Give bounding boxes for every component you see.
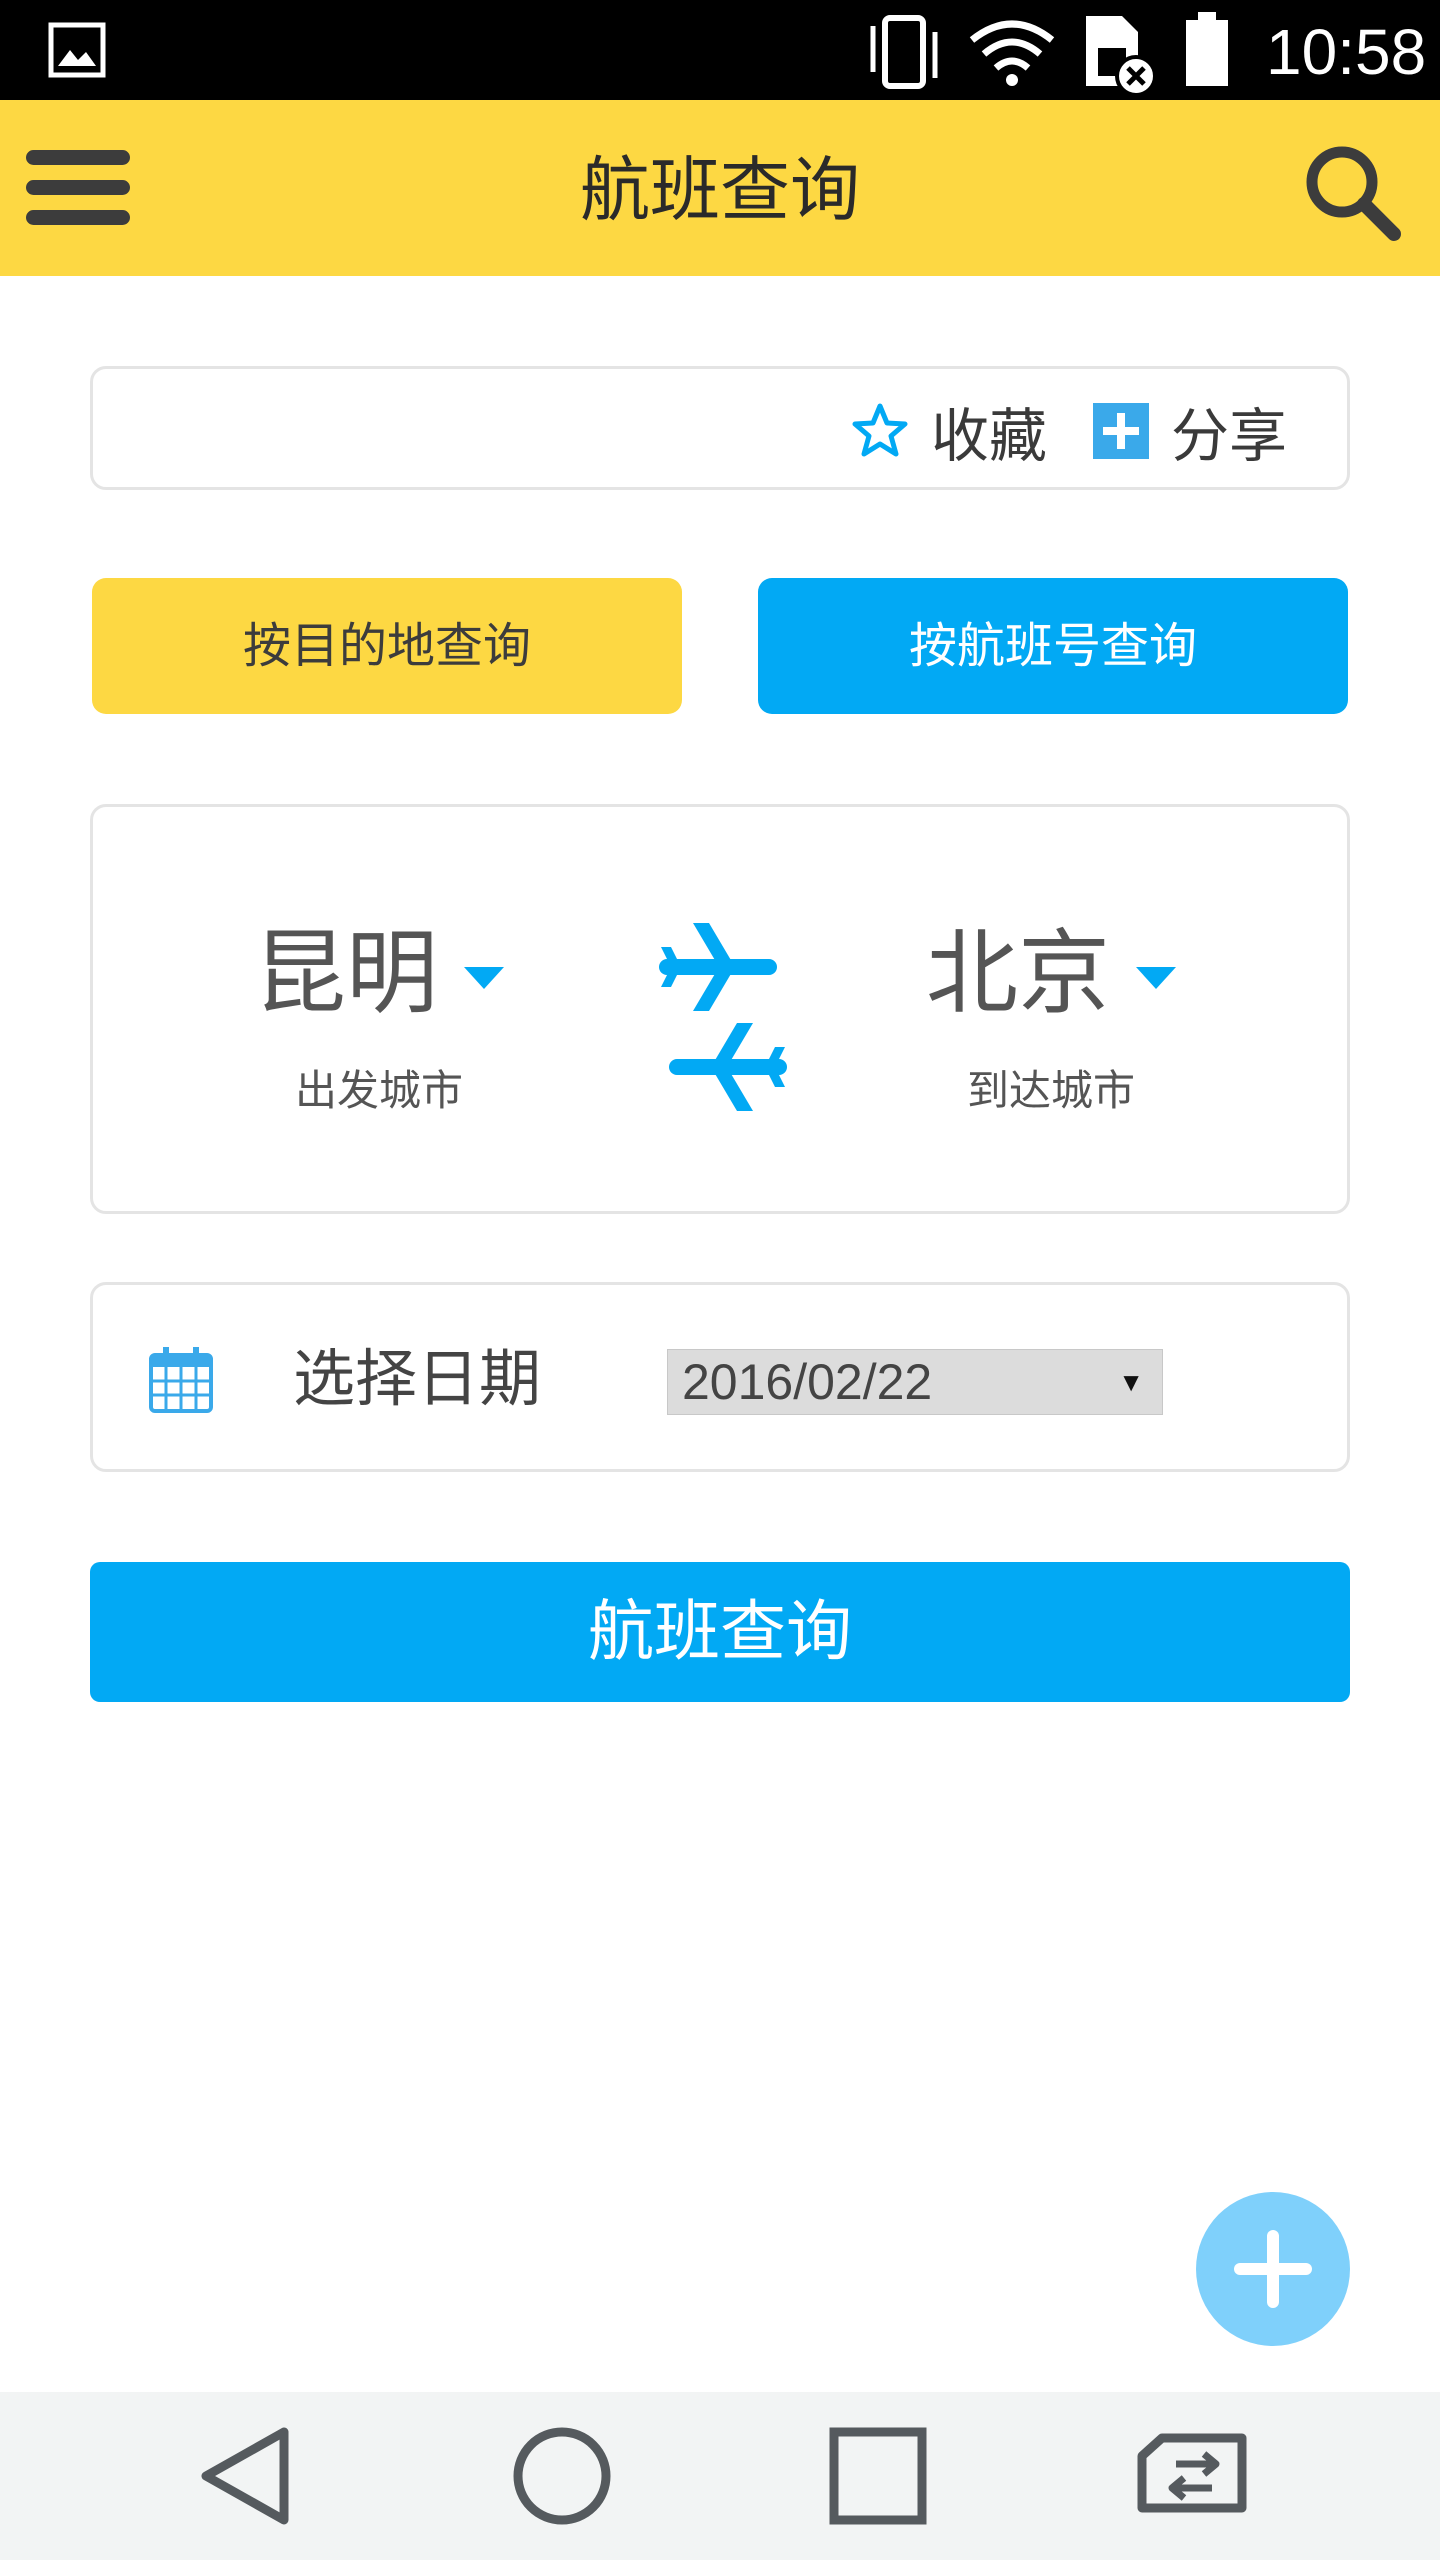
tab-by-destination[interactable]: 按目的地查询 — [92, 578, 682, 714]
search-flights-button[interactable]: 航班查询 — [90, 1562, 1350, 1702]
calendar-icon — [149, 1347, 213, 1413]
date-card: 选择日期 2016/02/22 ▼ — [90, 1282, 1350, 1472]
share-label: 分享 — [1171, 402, 1288, 470]
battery-icon — [1186, 12, 1228, 86]
switch-sim-icon[interactable] — [1132, 2416, 1252, 2536]
share-button[interactable]: 分享 — [1093, 393, 1287, 470]
star-icon — [852, 403, 908, 457]
sim-error-icon — [1086, 16, 1157, 96]
dropdown-arrow-icon: ▼ — [1118, 1367, 1144, 1397]
page-title: 航班查询 — [580, 149, 860, 231]
status-bar: 10:58 — [0, 0, 1440, 100]
recent-apps-icon[interactable] — [818, 2416, 938, 2536]
plus-icon[interactable] — [1196, 2192, 1350, 2346]
vibrate-icon — [870, 15, 938, 89]
arrival-label: 到达城市 — [966, 1066, 1135, 1115]
route-card: 昆明 出发城市 北京 到达城市 — [90, 804, 1350, 1214]
arrival-city-selector[interactable]: 北京 到达城市 — [911, 919, 1191, 1118]
date-value: 2016/02/22 — [682, 1354, 933, 1410]
departure-city-selector[interactable]: 昆明 出发城市 — [239, 919, 519, 1118]
date-select[interactable]: 2016/02/22 ▼ — [667, 1349, 1163, 1415]
search-icon[interactable] — [1298, 138, 1404, 244]
gallery-icon — [48, 22, 106, 78]
navigation-bar — [0, 2392, 1440, 2560]
wifi-icon — [969, 20, 1055, 86]
home-icon[interactable] — [502, 2416, 622, 2536]
date-label: 选择日期 — [293, 1342, 542, 1415]
departure-label: 出发城市 — [294, 1066, 463, 1115]
swap-flights-icon[interactable] — [653, 917, 793, 1117]
favorite-label: 收藏 — [931, 402, 1048, 470]
favorite-button[interactable]: 收藏 — [851, 393, 1047, 470]
share-plus-icon — [1093, 403, 1149, 459]
action-card: 收藏 分享 — [90, 366, 1350, 490]
chevron-down-icon — [464, 967, 504, 989]
app-bar: 航班查询 — [0, 100, 1440, 276]
departure-city: 昆明 — [253, 920, 438, 1027]
arrival-city: 北京 — [925, 920, 1110, 1027]
back-icon[interactable] — [188, 2416, 308, 2536]
chevron-down-icon — [1136, 967, 1176, 989]
tab-by-flight-number[interactable]: 按航班号查询 — [758, 578, 1348, 714]
clock: 10:58 — [1266, 16, 1427, 88]
